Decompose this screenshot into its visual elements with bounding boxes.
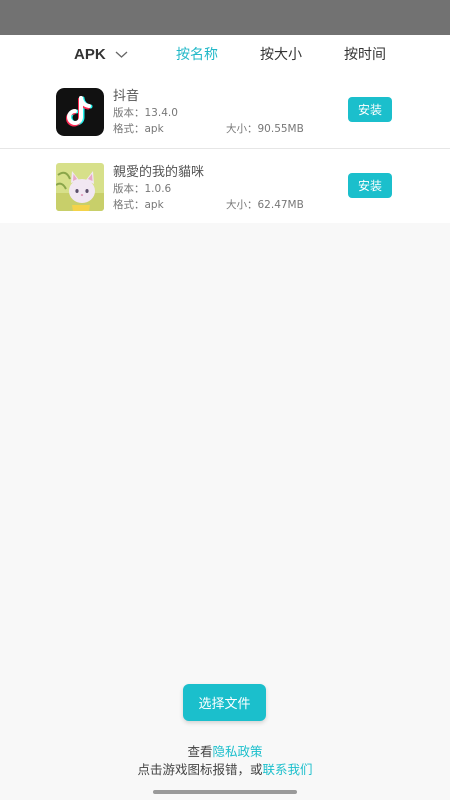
install-button[interactable]: 安装 — [348, 97, 392, 122]
cat-game-icon[interactable] — [56, 163, 104, 211]
tiktok-icon[interactable] — [56, 88, 104, 136]
sort-header: APK 按名称 按大小 按时间 — [0, 35, 450, 73]
app-format: 格式：apk — [113, 123, 164, 135]
contact-us-link[interactable]: 联系我们 — [263, 762, 313, 777]
contact-line: 点击游戏图标报错，或联系我们 — [0, 759, 450, 778]
privacy-prefix: 查看 — [187, 744, 213, 759]
install-button[interactable]: 安装 — [348, 173, 392, 198]
privacy-policy-link[interactable]: 隐私政策 — [213, 744, 263, 759]
list-item: 抖音 版本：13.4.0 格式：apk 大小：90.55MB 安装 — [0, 73, 450, 148]
home-indicator[interactable] — [153, 790, 297, 794]
select-file-button[interactable]: 选择文件 — [183, 684, 266, 721]
app-size: 大小：90.55MB — [226, 123, 304, 135]
app-format: 格式：apk — [113, 199, 164, 211]
app-name: 抖音 — [113, 89, 140, 104]
chevron-down-icon — [115, 51, 128, 58]
status-bar — [0, 0, 450, 35]
app-version: 版本：1.0.6 — [113, 183, 172, 195]
app-list: 抖音 版本：13.4.0 格式：apk 大小：90.55MB 安装 親愛的我的貓… — [0, 73, 450, 223]
file-type-dropdown[interactable]: APK — [74, 35, 128, 73]
file-type-label: APK — [74, 45, 106, 63]
privacy-policy-line: 查看隐私政策 — [0, 741, 450, 760]
app-version: 版本：13.4.0 — [113, 107, 178, 119]
report-hint-text: 点击游戏图标报错，或 — [137, 762, 263, 777]
list-item: 親愛的我的貓咪 版本：1.0.6 格式：apk 大小：62.47MB 安装 — [0, 148, 450, 223]
app-name: 親愛的我的貓咪 — [113, 165, 205, 180]
tab-sort-by-name[interactable]: 按名称 — [176, 35, 218, 73]
app-size: 大小：62.47MB — [226, 199, 304, 211]
tab-sort-by-time[interactable]: 按时间 — [344, 35, 386, 73]
tab-sort-by-size[interactable]: 按大小 — [260, 35, 302, 73]
